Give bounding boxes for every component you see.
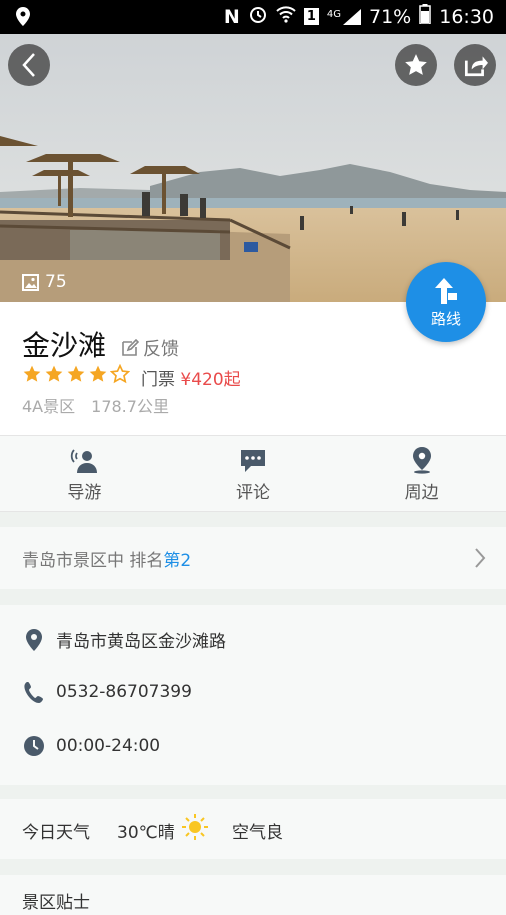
ticket-price: ¥420 [180, 370, 224, 390]
spot-distance: 178.7公里 [91, 397, 169, 416]
ranking-prefix: 青岛市景区中 排名 [22, 551, 164, 571]
star-filled-icon [67, 365, 85, 382]
phone-text: 0532-86707399 [56, 682, 192, 702]
star-filled-icon [45, 365, 63, 382]
weather-row: 今日天气 30℃晴 空气良 [0, 799, 506, 859]
wifi-icon [276, 5, 296, 28]
hours-row: 00:00-24:00 [22, 735, 160, 757]
chevron-right-icon [475, 548, 486, 568]
air-quality: 空气良 [232, 823, 283, 843]
photo-count-value: 75 [45, 272, 67, 292]
edit-icon [122, 339, 139, 356]
feedback-button[interactable]: 反馈 [121, 335, 179, 361]
spot-level: 4A景区 [22, 397, 76, 416]
ticket-label: 门票 [141, 370, 175, 390]
nfc-icon: N [223, 5, 240, 28]
contact-card: 青岛市黄岛区金沙滩路 0532-86707399 00:00-24:00 [0, 605, 506, 785]
nearby-button[interactable]: 周边 [337, 436, 506, 511]
photo-count[interactable]: 75 [22, 272, 67, 292]
route-label: 路线 [430, 309, 461, 328]
hero-photo[interactable] [0, 34, 506, 302]
route-button[interactable]: 路线 [406, 262, 486, 342]
clock-icon [24, 736, 44, 756]
rating-stars [22, 364, 130, 384]
battery-icon [419, 4, 431, 29]
comment-label: 评论 [236, 483, 270, 503]
tips-section[interactable]: 景区贴士 [0, 875, 506, 915]
back-button[interactable] [8, 44, 50, 86]
route-arrow-icon [435, 277, 457, 304]
nearby-label: 周边 [404, 483, 439, 503]
back-arrow-icon [22, 53, 35, 77]
share-button[interactable] [454, 44, 496, 86]
sim-icon: 1 [303, 8, 319, 25]
phone-icon [24, 682, 43, 703]
divider [0, 511, 506, 512]
share-icon [464, 56, 488, 77]
hours-text: 00:00-24:00 [56, 736, 161, 756]
spot-meta: 4A景区 178.7公里 [22, 393, 169, 417]
guide-label: 导游 [67, 483, 102, 503]
battery-percent: 71% [369, 5, 412, 28]
nearby-icon [412, 447, 431, 474]
location-icon [16, 7, 30, 31]
ranking-row[interactable]: 青岛市景区中 排名第2 [0, 527, 506, 589]
ticket-suffix: 起 [223, 370, 241, 390]
star-empty-icon [110, 364, 130, 384]
network-type: 4G [326, 8, 341, 20]
favorite-button[interactable] [395, 44, 437, 86]
alarm-icon [248, 4, 268, 29]
sun-icon [181, 813, 209, 846]
address-text: 青岛市黄岛区金沙滩路 [56, 632, 226, 652]
spot-title: 金沙滩 [22, 329, 107, 362]
address-row[interactable]: 青岛市黄岛区金沙滩路 [22, 627, 226, 652]
ticket-info: 门票 ¥420起 [141, 365, 241, 390]
comment-icon [241, 450, 265, 472]
tips-title: 景区贴士 [22, 893, 90, 913]
weather-temp: 30℃晴 [117, 823, 175, 843]
weather-label: 今日天气 [22, 823, 90, 843]
star-icon [405, 54, 427, 75]
image-icon [22, 273, 39, 291]
feedback-label: 反馈 [143, 339, 179, 360]
location-pin-icon [26, 628, 42, 651]
star-filled-icon [89, 365, 107, 382]
status-bar: N 1 4G 71% 16:30 [0, 0, 506, 34]
phone-row[interactable]: 0532-86707399 [22, 681, 192, 703]
comment-button[interactable]: 评论 [169, 436, 338, 511]
signal-icon: 4G [326, 8, 361, 25]
ranking-text: 青岛市景区中 排名第2 [22, 546, 191, 571]
action-bar: 导游 评论 周边 [0, 436, 506, 511]
guide-icon [71, 449, 98, 473]
clock: 16:30 [439, 5, 494, 28]
star-filled-icon [23, 365, 41, 382]
guide-button[interactable]: 导游 [0, 436, 169, 511]
ranking-value: 第2 [163, 551, 192, 571]
